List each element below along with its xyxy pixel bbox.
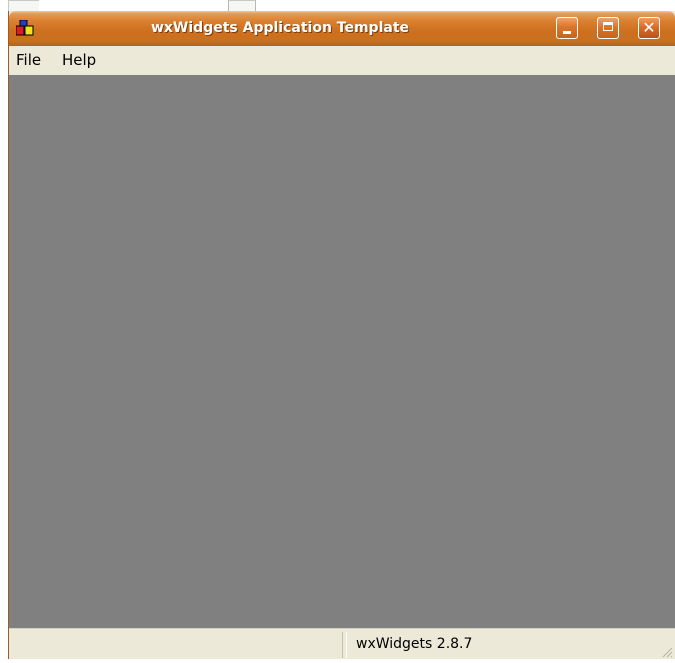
minimize-button[interactable] xyxy=(556,17,578,39)
status-bar: wxWidgets 2.8.7 xyxy=(9,628,675,659)
close-button[interactable]: ✕ xyxy=(638,17,660,39)
resize-grip-icon[interactable] xyxy=(661,645,673,658)
maximize-button[interactable] xyxy=(597,17,619,39)
app-icon[interactable] xyxy=(15,19,34,36)
window-title: wxWidgets Application Template xyxy=(150,20,410,36)
menu-file[interactable]: File xyxy=(14,51,43,69)
status-field-1 xyxy=(9,632,343,658)
maximize-icon xyxy=(603,22,613,31)
menu-help[interactable]: Help xyxy=(60,51,98,69)
menu-bar: File Help xyxy=(9,46,675,75)
app-window: wxWidgets Application Template ✕ File He… xyxy=(8,11,675,659)
minimize-icon xyxy=(563,31,571,34)
title-bar[interactable]: wxWidgets Application Template ✕ xyxy=(9,11,675,46)
client-area[interactable] xyxy=(9,75,675,628)
status-field-2: wxWidgets 2.8.7 xyxy=(346,632,675,658)
close-icon: ✕ xyxy=(642,18,656,37)
